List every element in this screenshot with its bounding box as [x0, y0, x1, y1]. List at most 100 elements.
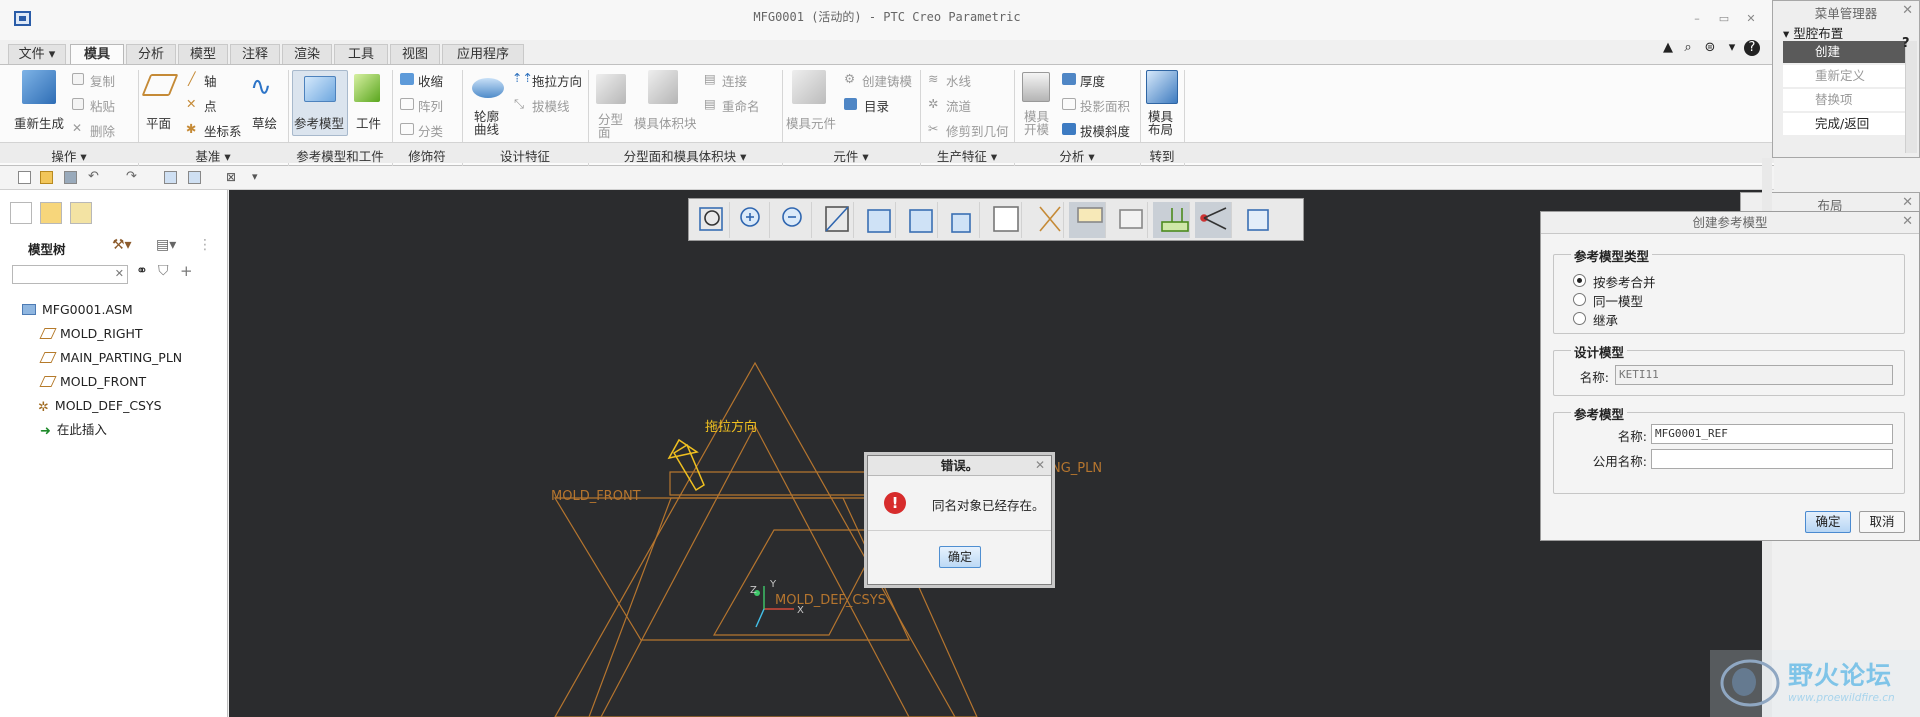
ok-button[interactable]: 确定: [939, 546, 981, 568]
find-icon[interactable]: ⚭: [136, 263, 148, 279]
regenerate-quick-icon[interactable]: [164, 171, 177, 184]
paste-button[interactable]: 粘贴: [90, 96, 115, 115]
option-merge-by-reference[interactable]: 按参考合并: [1593, 272, 1656, 291]
tab-mold[interactable]: 模具: [70, 44, 124, 65]
csys-button[interactable]: 坐标系: [204, 121, 242, 140]
radio-inherit[interactable]: [1573, 312, 1586, 325]
maximize-icon[interactable]: ▭: [1717, 13, 1731, 25]
silhouette-button[interactable]: 轮廓曲线: [474, 110, 502, 136]
draft-line-button[interactable]: 拔模线: [532, 96, 570, 115]
help-icon[interactable]: ?: [1902, 36, 1910, 51]
option-same-model[interactable]: 同一模型: [1593, 291, 1643, 310]
save-icon[interactable]: [64, 171, 77, 184]
collapse-ribbon-icon[interactable]: ▲: [1660, 40, 1676, 56]
ok-button[interactable]: 确定: [1805, 511, 1851, 533]
sketch-button[interactable]: 草绘: [252, 113, 277, 132]
plane-button[interactable]: 平面: [146, 113, 171, 132]
waterline-button[interactable]: 水线: [946, 71, 971, 90]
shrink-button[interactable]: 收缩: [418, 71, 443, 90]
favorites-tab[interactable]: [70, 202, 92, 224]
tree-item-mold-def-csys[interactable]: ✲ MOLD_DEF_CSYS: [38, 396, 162, 416]
search-icon[interactable]: ⌕: [1680, 40, 1696, 56]
pattern-button[interactable]: 阵列: [418, 96, 443, 115]
ref-model-button[interactable]: 参考模型: [294, 113, 344, 132]
tab-analysis[interactable]: 分析: [126, 44, 176, 64]
tree-item-main-parting-pln[interactable]: MAIN_PARTING_PLN: [39, 348, 182, 368]
new-icon[interactable]: [18, 171, 31, 184]
dropdown-icon[interactable]: ▾: [1724, 40, 1740, 56]
parting-surface-button[interactable]: 分型面: [598, 113, 626, 139]
tree-item-asm[interactable]: MFG0001.ASM: [22, 300, 133, 320]
redo-icon[interactable]: ↷: [126, 170, 139, 184]
folder-browser-tab[interactable]: [40, 202, 62, 224]
cancel-button[interactable]: 取消: [1859, 511, 1905, 533]
projected-area-button[interactable]: 投影面积: [1080, 96, 1130, 115]
tab-applications[interactable]: 应用程序: [442, 44, 524, 64]
show-icon[interactable]: ▤▾: [156, 237, 176, 253]
mold-volume-button[interactable]: 模具体积块: [634, 113, 697, 132]
tree-item-mold-front[interactable]: MOLD_FRONT: [39, 372, 146, 392]
group-parting[interactable]: 分型面和模具体积块 ▾: [588, 146, 782, 165]
mold-component-button[interactable]: 模具元件: [786, 113, 836, 132]
add-icon[interactable]: +: [180, 262, 193, 280]
undo-icon[interactable]: ↶: [88, 170, 101, 184]
windows-icon[interactable]: [188, 171, 201, 184]
settings-icon[interactable]: ⚒▾: [112, 237, 132, 253]
group-analysis[interactable]: 分析 ▾: [1014, 146, 1140, 165]
pull-direction-button[interactable]: 拖拉方向: [532, 71, 582, 90]
regenerate-button[interactable]: 重新生成: [14, 113, 64, 132]
copy-button[interactable]: 复制: [90, 71, 115, 90]
workpiece-button[interactable]: 工件: [356, 113, 381, 132]
group-operations[interactable]: 操作 ▾: [0, 146, 138, 165]
tab-model[interactable]: 模型: [178, 44, 228, 64]
group-production[interactable]: 生产特征 ▾: [920, 146, 1014, 165]
close-icon[interactable]: ✕: [1744, 13, 1758, 25]
close-icon[interactable]: ✕: [1902, 195, 1913, 210]
rename-button[interactable]: 重命名: [722, 96, 760, 115]
classify-button[interactable]: 分类: [418, 121, 443, 140]
tab-view[interactable]: 视图: [390, 44, 440, 64]
customize-icon[interactable]: ▾: [252, 171, 265, 184]
tab-annotate[interactable]: 注释: [230, 44, 280, 64]
open-icon[interactable]: [40, 171, 53, 184]
delete-button[interactable]: 删除: [90, 121, 115, 140]
option-inherit[interactable]: 继承: [1593, 310, 1618, 329]
runner-button[interactable]: 流道: [946, 96, 971, 115]
menu-item-redefine[interactable]: 重新定义: [1783, 65, 1905, 87]
common-name-input[interactable]: [1651, 449, 1893, 469]
menu-item-replace[interactable]: 替换项: [1783, 89, 1905, 111]
close-icon[interactable]: ✕: [1035, 458, 1045, 472]
mold-layout-button[interactable]: 模具布局: [1148, 110, 1176, 136]
trim-geometry-button[interactable]: 修剪到几何: [946, 121, 1009, 140]
group-datum[interactable]: 基准 ▾: [138, 146, 288, 165]
clear-search-icon[interactable]: ✕: [115, 267, 124, 280]
radio-merge-by-reference[interactable]: [1573, 274, 1586, 287]
catalog-button[interactable]: 目录: [864, 96, 889, 115]
thickness-button[interactable]: 厚度: [1080, 71, 1105, 90]
menu-item-create[interactable]: 创建: [1783, 41, 1905, 63]
tree-item-mold-right[interactable]: MOLD_RIGHT: [39, 324, 143, 344]
tab-file[interactable]: 文件 ▾: [8, 44, 66, 64]
menu-item-done-return[interactable]: 完成/返回: [1783, 113, 1905, 135]
minimize-icon[interactable]: –: [1690, 13, 1704, 25]
tab-tools[interactable]: 工具: [334, 44, 388, 64]
community-icon[interactable]: ⊜: [1702, 40, 1718, 56]
scrollbar[interactable]: [1905, 41, 1917, 153]
radio-same-model[interactable]: [1573, 293, 1586, 306]
columns-icon[interactable]: ⋮: [198, 237, 212, 253]
tab-render[interactable]: 渲染: [282, 44, 332, 64]
axis-button[interactable]: 轴: [204, 71, 217, 90]
tree-search-input[interactable]: ✕: [12, 265, 128, 284]
point-button[interactable]: 点: [204, 96, 217, 115]
cavity-layout-section[interactable]: ▾ 型腔布置: [1783, 23, 1843, 42]
close-icon[interactable]: ✕: [1902, 3, 1913, 18]
help-icon[interactable]: ?: [1744, 40, 1760, 56]
draft-check-button[interactable]: 拔模斜度: [1080, 121, 1130, 140]
group-components[interactable]: 元件 ▾: [782, 146, 920, 165]
create-casting-button[interactable]: 创建铸模: [862, 71, 912, 90]
connect-button[interactable]: 连接: [722, 71, 747, 90]
mold-open-button[interactable]: 模具开模: [1024, 110, 1052, 136]
model-tree-tab[interactable]: [10, 202, 32, 224]
tree-item-insert-here[interactable]: ➜ 在此插入: [40, 420, 107, 440]
ref-name-input[interactable]: MFG0001_REF: [1651, 424, 1893, 444]
